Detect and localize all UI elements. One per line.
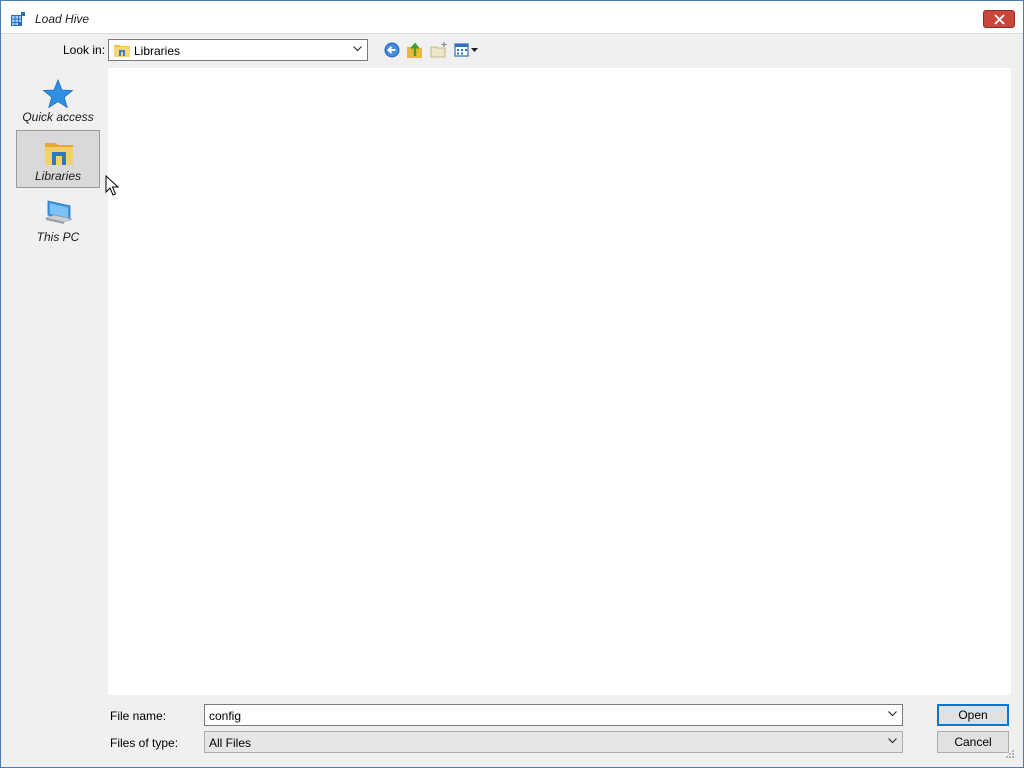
file-list-view[interactable] — [108, 68, 1011, 695]
back-icon[interactable] — [383, 41, 401, 59]
window-title: Load Hive — [35, 12, 90, 26]
libraries-folder-icon — [114, 45, 130, 57]
file-name-value[interactable]: config — [209, 709, 241, 723]
file-type-dropdown[interactable]: All Files — [204, 731, 903, 753]
close-button[interactable] — [983, 10, 1015, 28]
place-label: Quick access — [22, 110, 94, 124]
file-name-label: File name: — [110, 709, 167, 723]
resize-grip-icon[interactable] — [1005, 749, 1015, 759]
look-in-value: Libraries — [134, 44, 181, 58]
chevron-down-icon — [888, 738, 897, 744]
view-menu-icon[interactable] — [454, 41, 480, 59]
place-label: Libraries — [34, 169, 82, 183]
look-in-label: Look in: — [63, 43, 106, 57]
star-icon — [42, 78, 74, 109]
places-bar: Quick access Libraries This PC — [9, 68, 107, 761]
close-icon — [994, 14, 1005, 25]
registry-app-icon — [11, 12, 25, 26]
cancel-button[interactable]: Cancel — [937, 731, 1009, 753]
mouse-cursor-icon — [105, 175, 119, 196]
file-type-label: Files of type: — [110, 736, 179, 750]
chevron-down-icon — [353, 46, 362, 52]
place-quick-access[interactable]: Quick access — [16, 72, 100, 130]
load-hive-dialog: Load Hive Look in: Libraries Quick acces… — [0, 0, 1024, 768]
dialog-content: Look in: Libraries Quick access Librarie… — [9, 34, 1017, 761]
look-in-dropdown[interactable]: Libraries — [108, 39, 368, 61]
up-folder-icon[interactable] — [406, 41, 424, 59]
file-name-input[interactable]: config — [204, 704, 903, 726]
place-libraries[interactable]: Libraries — [16, 130, 100, 188]
title-bar[interactable]: Load Hive — [1, 1, 1023, 34]
new-folder-icon[interactable] — [430, 41, 448, 59]
place-this-pc[interactable]: This PC — [16, 192, 100, 250]
chevron-down-icon[interactable] — [888, 711, 897, 717]
libraries-folder-icon — [45, 143, 73, 165]
open-button[interactable]: Open — [937, 704, 1009, 726]
place-label: This PC — [36, 230, 80, 244]
file-type-value: All Files — [209, 736, 252, 750]
computer-icon — [44, 200, 74, 224]
